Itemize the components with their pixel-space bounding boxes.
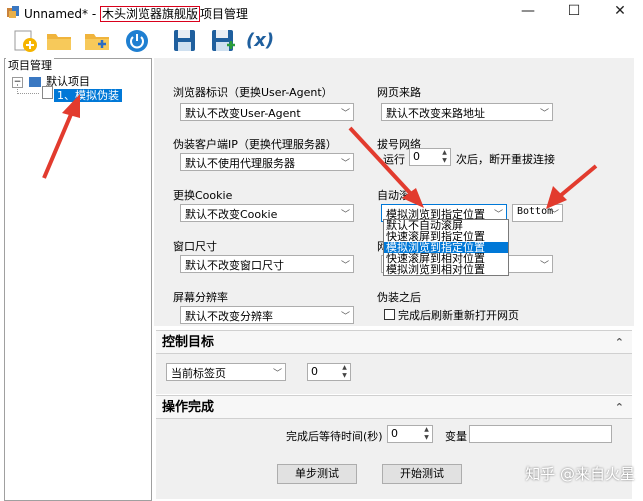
annotation-arrow-right [558, 164, 598, 198]
annotation-arrow-mid [348, 126, 414, 197]
annotation-arrows [42, 94, 598, 209]
annotation-arrow-left [42, 111, 74, 179]
annotation-arrowhead-left [62, 94, 80, 118]
watermark: 知乎 @来自火星 [525, 465, 635, 483]
annotation-arrowhead-mid [402, 188, 424, 208]
annotation-arrowhead-right [546, 186, 567, 209]
